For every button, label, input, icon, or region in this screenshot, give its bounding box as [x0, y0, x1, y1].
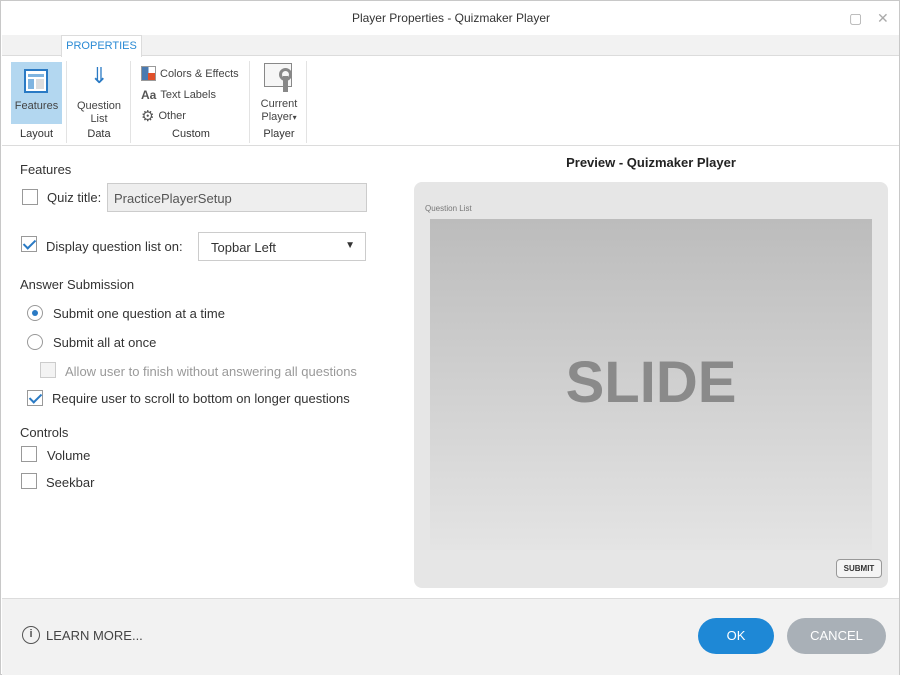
- allow-finish-label: Allow user to finish without answering a…: [65, 364, 357, 379]
- preview-panel: Question List SLIDE SUBMIT: [414, 182, 888, 588]
- features-heading: Features: [20, 162, 72, 177]
- window-title: Player Properties - Quizmaker Player: [351, 11, 551, 25]
- preview-title: Preview - Quizmaker Player: [566, 155, 736, 170]
- group-data: Data: [87, 128, 111, 140]
- label-line1: Current: [260, 98, 298, 110]
- ok-button[interactable]: OK: [698, 618, 774, 654]
- seekbar-checkbox[interactable]: [21, 473, 37, 489]
- submit-all-radio[interactable]: [27, 334, 43, 350]
- label-line2: List: [90, 113, 108, 125]
- info-icon: i: [22, 626, 40, 644]
- quiz-title-label: Quiz title:: [47, 190, 102, 205]
- question-list-button[interactable]: ⇓ Question List: [71, 63, 127, 127]
- display-list-label: Display question list on:: [46, 239, 183, 254]
- player-icon: [264, 63, 292, 92]
- display-question-list-checkbox[interactable]: [21, 236, 37, 252]
- preview-question-list: Question List: [425, 204, 472, 213]
- features-label: Features: [14, 100, 59, 112]
- text-labels-label: Text Labels: [160, 89, 216, 101]
- colors-effects-button[interactable]: Colors & Effects: [141, 66, 239, 81]
- text-labels-button[interactable]: Aa Text Labels: [141, 88, 216, 102]
- gear-icon: ⚙: [141, 108, 155, 125]
- seekbar-label: Seekbar: [46, 475, 95, 490]
- require-scroll-label: Require user to scroll to bottom on long…: [52, 391, 350, 406]
- maximize-icon[interactable]: ▢: [849, 10, 862, 27]
- allow-finish-checkbox[interactable]: [40, 362, 56, 378]
- tab-properties[interactable]: PROPERTIES: [61, 35, 142, 57]
- preview-slide: SLIDE: [430, 219, 872, 550]
- player-label: Player: [261, 111, 293, 123]
- learn-more-link[interactable]: i LEARN MORE...: [22, 626, 143, 644]
- close-icon[interactable]: ✕: [877, 10, 889, 27]
- chevron-down-icon: ▼: [345, 240, 355, 251]
- colors-icon: [141, 66, 156, 81]
- other-button[interactable]: ⚙ Other: [141, 107, 186, 125]
- question-list-icon: ⇓: [90, 63, 109, 88]
- group-player: Player: [263, 128, 295, 140]
- cancel-button[interactable]: CANCEL: [787, 618, 886, 654]
- display-list-select[interactable]: Topbar Left ▼: [198, 232, 366, 261]
- features-button[interactable]: Features: [11, 62, 62, 124]
- text-icon: Aa: [141, 88, 157, 102]
- controls-heading: Controls: [20, 425, 69, 440]
- preview-submit-button: SUBMIT: [836, 559, 882, 578]
- quiz-title-input[interactable]: PracticePlayerSetup: [107, 183, 367, 212]
- submit-all-label: Submit all at once: [53, 335, 157, 350]
- volume-checkbox[interactable]: [21, 446, 37, 462]
- group-custom: Custom: [172, 128, 210, 140]
- colors-label: Colors & Effects: [160, 67, 239, 80]
- select-value: Topbar Left: [211, 240, 277, 255]
- volume-label: Volume: [47, 448, 91, 463]
- slide-text: SLIDE: [565, 350, 737, 415]
- submit-one-label: Submit one question at a time: [53, 306, 225, 321]
- quiz-title-checkbox[interactable]: [22, 189, 38, 205]
- learn-more-label: LEARN MORE...: [46, 627, 143, 643]
- label-line2: Player▾: [253, 111, 305, 123]
- layout-icon: [24, 69, 48, 93]
- submit-one-radio[interactable]: [27, 305, 43, 321]
- current-player-button[interactable]: Current Player▾: [253, 61, 305, 125]
- group-layout: Layout: [19, 128, 54, 140]
- answer-submission-heading: Answer Submission: [20, 277, 135, 292]
- other-label: Other: [158, 110, 186, 122]
- label-line1: Question: [76, 100, 122, 112]
- dropdown-icon: ▾: [292, 113, 297, 122]
- require-scroll-checkbox[interactable]: [27, 390, 43, 406]
